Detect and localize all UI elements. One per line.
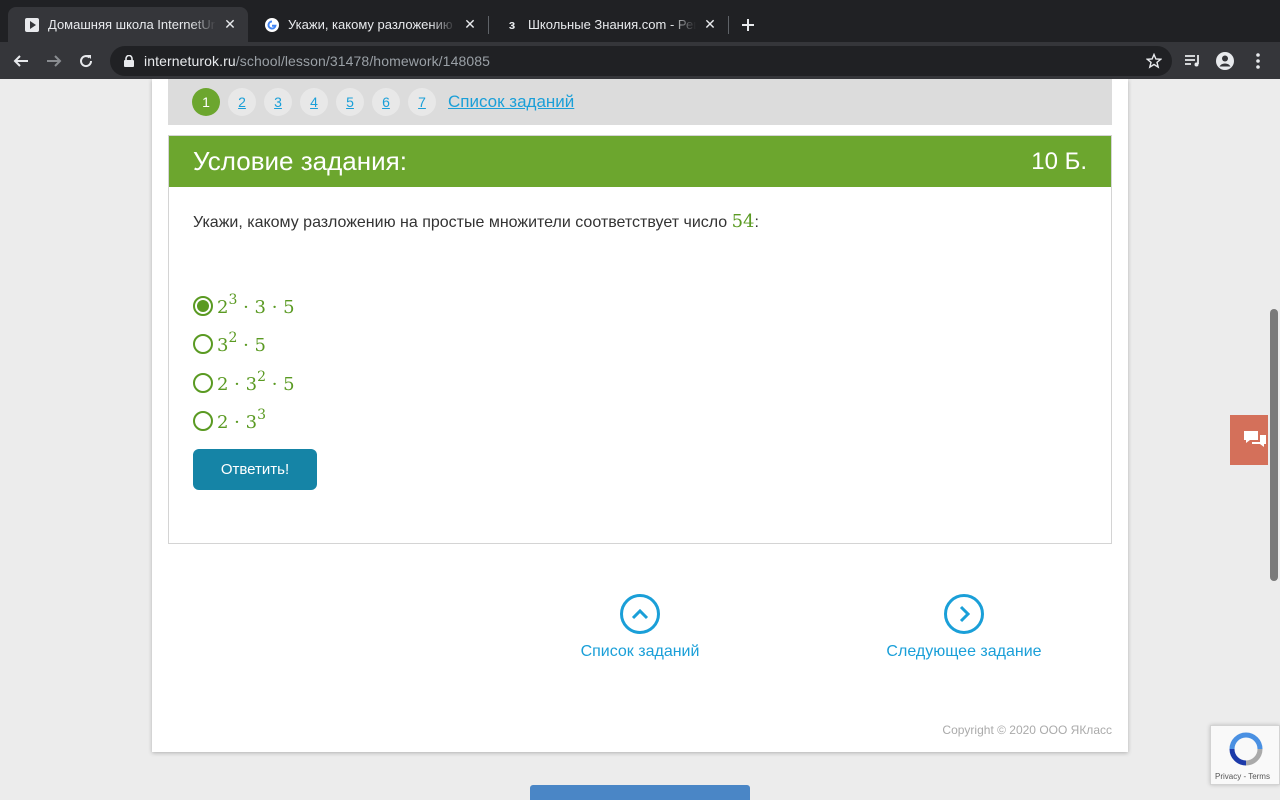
radio-button[interactable] <box>193 411 213 431</box>
answer-option-4[interactable]: 2 · 33 <box>193 407 266 433</box>
answer-option-1[interactable]: 23 · 3 · 5 <box>193 292 295 318</box>
task-list-nav-label[interactable]: Список заданий <box>540 643 740 661</box>
task-header: Условие задания: 10 Б. <box>169 136 1111 187</box>
znania-icon: з <box>508 17 516 32</box>
tab-internet-urok[interactable]: Домашняя школа InternetUrok ✕ <box>8 7 248 42</box>
question-suffix: : <box>754 214 759 231</box>
profile-avatar-icon[interactable] <box>1212 48 1238 74</box>
task-list-link[interactable]: Список заданий <box>448 92 574 112</box>
address-bar[interactable]: interneturok.ru/school/lesson/31478/home… <box>110 46 1172 76</box>
homework-card: 1 2 3 4 5 6 7 Список заданий Условие зад… <box>152 79 1128 752</box>
browser-menu-icon[interactable] <box>1245 48 1271 74</box>
option-math: 2 · 33 <box>217 407 266 433</box>
browser-toolbar: interneturok.ru/school/lesson/31478/home… <box>0 42 1280 79</box>
option-math: 2 · 32 · 5 <box>217 369 295 395</box>
option-math: 32 · 5 <box>217 330 266 356</box>
option-math: 23 · 3 · 5 <box>217 292 295 318</box>
task-title: Условие задания: <box>193 146 407 176</box>
task-list-nav[interactable]: Список заданий <box>540 594 740 661</box>
scrollbar-thumb[interactable] <box>1270 309 1278 581</box>
new-tab-plus-icon[interactable] <box>736 13 760 37</box>
tab-separator <box>728 16 729 34</box>
media-playlist-icon[interactable] <box>1180 48 1206 74</box>
pager-item-1[interactable]: 1 <box>192 88 220 116</box>
next-task-nav-label[interactable]: Следующее задание <box>864 643 1064 661</box>
back-arrow-icon[interactable] <box>8 48 34 74</box>
pager-item-6[interactable]: 6 <box>372 88 400 116</box>
recaptcha-icon <box>1229 732 1263 771</box>
browser-tab-bar: Домашняя школа InternetUrok ✕ Укажи, как… <box>0 0 1280 42</box>
recaptcha-links[interactable]: Privacy - Terms <box>1215 772 1270 781</box>
pager-item-3[interactable]: 3 <box>264 88 292 116</box>
radio-button-selected[interactable] <box>193 296 213 316</box>
lock-icon[interactable] <box>114 55 144 67</box>
task-pager: 1 2 3 4 5 6 7 Список заданий <box>168 79 1112 125</box>
pager-item-7[interactable]: 7 <box>408 88 436 116</box>
pager-item-5[interactable]: 5 <box>336 88 364 116</box>
bookmark-star-icon[interactable] <box>1144 51 1164 71</box>
question-text: Укажи, какому разложению на простые множ… <box>193 211 759 232</box>
task-points: 10 Б. <box>1031 148 1087 175</box>
radio-button[interactable] <box>193 373 213 393</box>
reload-icon[interactable] <box>73 48 99 74</box>
forward-arrow-icon[interactable] <box>41 48 67 74</box>
close-icon[interactable]: ✕ <box>702 16 718 33</box>
recaptcha-badge[interactable]: Privacy - Terms <box>1210 725 1280 785</box>
pager-item-2[interactable]: 2 <box>228 88 256 116</box>
tab-title: Укажи, какому разложению на <box>288 17 456 32</box>
tab-title: Домашняя школа InternetUrok <box>48 17 216 32</box>
copyright-text: Copyright © 2020 ООО ЯКласс <box>942 723 1112 737</box>
tab-google-search[interactable]: Укажи, какому разложению на ✕ <box>248 7 488 42</box>
next-task-nav[interactable]: Следующее задание <box>864 594 1064 661</box>
tab-title: Школьные Знания.com - Реша <box>528 17 696 32</box>
url-text: interneturok.ru/school/lesson/31478/home… <box>144 53 490 69</box>
chevron-up-icon[interactable] <box>620 594 660 634</box>
radio-button[interactable] <box>193 334 213 354</box>
tab-znania[interactable]: з Школьные Знания.com - Реша ✕ <box>488 7 728 42</box>
play-icon <box>24 17 40 33</box>
url-path: /school/lesson/31478/homework/148085 <box>235 53 490 69</box>
question-number: 54 <box>731 211 755 232</box>
url-host: interneturok.ru <box>144 53 236 69</box>
close-icon[interactable]: ✕ <box>222 16 238 33</box>
bottom-action-button[interactable] <box>530 785 750 800</box>
page-scrollbar[interactable] <box>1268 79 1280 800</box>
answer-button[interactable]: Ответить! <box>193 449 317 490</box>
chevron-right-icon[interactable] <box>944 594 984 634</box>
page-viewport: 1 2 3 4 5 6 7 Список заданий Условие зад… <box>0 79 1280 800</box>
task-panel: Условие задания: 10 Б. Укажи, какому раз… <box>168 135 1112 544</box>
close-icon[interactable]: ✕ <box>462 16 478 33</box>
answer-option-3[interactable]: 2 · 32 · 5 <box>193 369 295 395</box>
google-icon <box>264 17 280 33</box>
pager-item-4[interactable]: 4 <box>300 88 328 116</box>
answer-option-2[interactable]: 32 · 5 <box>193 330 266 356</box>
question-body: Укажи, какому разложению на простые множ… <box>193 214 732 231</box>
